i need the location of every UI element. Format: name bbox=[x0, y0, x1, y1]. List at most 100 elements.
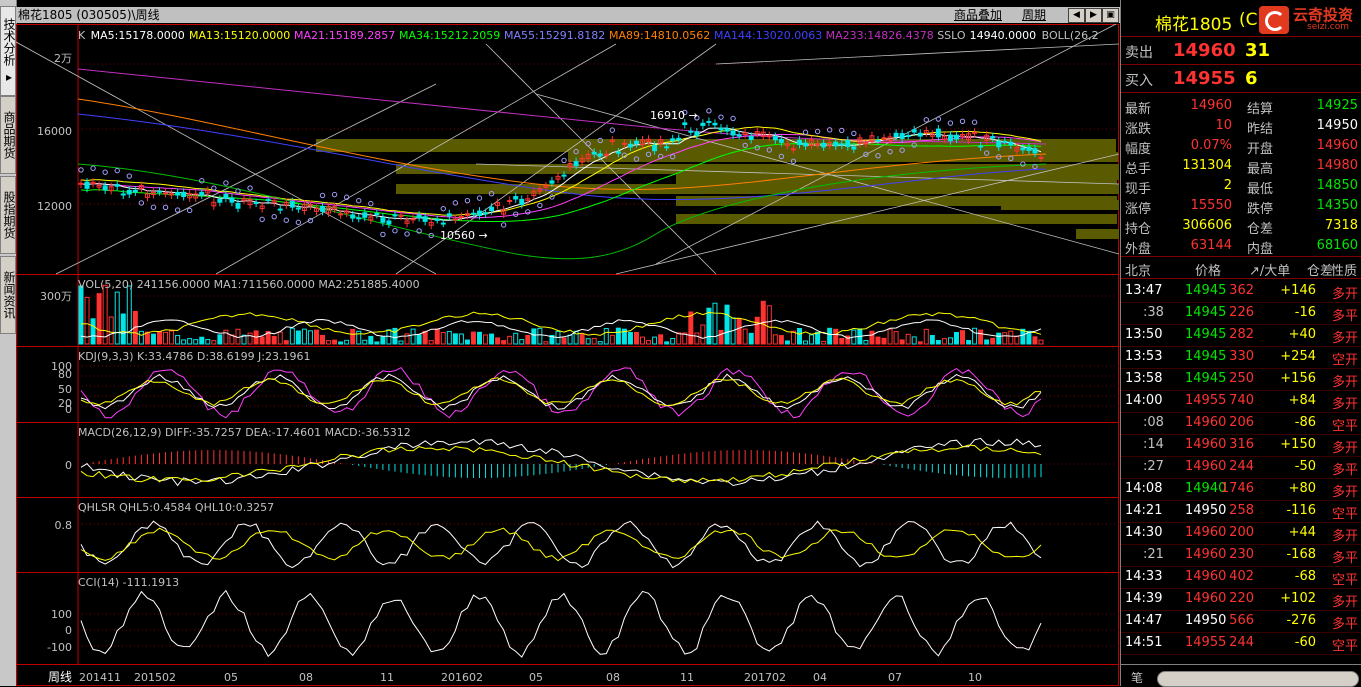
volume-bar bbox=[507, 335, 513, 345]
stat-row: 现手 2 最低 14850 bbox=[1121, 176, 1361, 197]
candle-body bbox=[821, 142, 827, 148]
x-tick-label: 201702 bbox=[744, 671, 786, 684]
volume-bar bbox=[706, 307, 712, 345]
sar-dot bbox=[259, 216, 265, 223]
nav-left-icon[interactable]: ◀ bbox=[1068, 8, 1085, 23]
stat-label: 仓差 bbox=[1247, 222, 1274, 237]
candle-body bbox=[356, 217, 362, 220]
tick-row[interactable]: :21 14960 230 -168 多平 bbox=[1121, 544, 1361, 567]
tick-time: 14:47 bbox=[1125, 613, 1163, 628]
overlay-commodity-link[interactable]: 商品叠加 bbox=[954, 7, 1002, 23]
tick-volume: 740 bbox=[1229, 393, 1254, 408]
tick-price: 14960 bbox=[1185, 547, 1227, 562]
volume-bar bbox=[476, 331, 482, 345]
tick-row[interactable]: 14:33 14960 402 -68 空平 bbox=[1121, 566, 1361, 589]
candle-body bbox=[947, 134, 953, 142]
tick-time: 13:53 bbox=[1125, 349, 1163, 364]
tick-nature: 空平 bbox=[1331, 573, 1358, 588]
sar-dot bbox=[150, 204, 157, 210]
tick-row[interactable]: :14 14960 316 +150 多开 bbox=[1121, 434, 1361, 457]
tick-row[interactable]: 14:47 14950 566 -276 多平 bbox=[1121, 610, 1361, 633]
volume-band bbox=[1001, 200, 1119, 210]
tick-oi-change: +146 bbox=[1280, 283, 1316, 298]
volume-bar bbox=[833, 328, 839, 345]
vol-ma1-line bbox=[80, 318, 1042, 339]
tab-index-futures[interactable]: 股指期货 bbox=[0, 176, 16, 254]
sar-dot bbox=[271, 213, 277, 220]
tick-oi-change: +254 bbox=[1280, 349, 1316, 364]
tick-time: 13:47 bbox=[1125, 283, 1163, 298]
tick-time: 14:30 bbox=[1125, 525, 1163, 540]
tab-news[interactable]: 新闻资讯 bbox=[0, 256, 16, 334]
stat-label: 涨停 bbox=[1125, 202, 1152, 217]
tick-oi-change: +80 bbox=[1288, 481, 1316, 496]
candle-body bbox=[573, 161, 579, 166]
volume-bar bbox=[911, 336, 917, 345]
stat-label: 开盘 bbox=[1247, 142, 1274, 157]
volume-bar bbox=[972, 327, 978, 345]
candle-body bbox=[561, 174, 567, 177]
tick-price: 14960 bbox=[1185, 525, 1227, 540]
footer-scrollbar[interactable] bbox=[1157, 671, 1359, 687]
volume-bar bbox=[338, 341, 344, 345]
tick-row[interactable]: 14:51 14955 244 -60 空平 bbox=[1121, 632, 1361, 655]
tick-price: 14950 bbox=[1185, 503, 1227, 518]
kdj-indicator-header: KDJ(9,3,3) K:33.4786 D:38.6199 J:23.1961 bbox=[78, 350, 311, 363]
tick-nature: 多开 bbox=[1331, 375, 1358, 390]
stat-label: 外盘 bbox=[1125, 242, 1152, 257]
volume-bar bbox=[271, 335, 277, 345]
volume-bar bbox=[815, 331, 821, 345]
tick-row[interactable]: :38 14945 226 -16 多平 bbox=[1121, 302, 1361, 325]
candle-body bbox=[652, 145, 658, 152]
tick-row[interactable]: 14:00 14955 740 +84 多开 bbox=[1121, 390, 1361, 413]
tick-oi-change: +102 bbox=[1280, 591, 1316, 606]
candle-body bbox=[114, 184, 120, 187]
stat-label: 现手 bbox=[1125, 182, 1152, 197]
volume-bar bbox=[205, 339, 211, 345]
candle-body bbox=[603, 153, 609, 156]
volume-bar bbox=[996, 332, 1002, 345]
tick-row[interactable]: 13:50 14945 282 +40 多开 bbox=[1121, 324, 1361, 347]
tick-row[interactable]: 13:53 14945 330 +254 空开 bbox=[1121, 346, 1361, 369]
candle-body bbox=[470, 212, 476, 215]
zoom-icon[interactable]: ▣ bbox=[1102, 8, 1119, 23]
candle-body bbox=[338, 213, 344, 216]
stat-row: 最新 14960 结算 14925 bbox=[1121, 96, 1361, 117]
volume-bar bbox=[217, 334, 223, 345]
tick-row[interactable]: 14:30 14960 200 +44 多开 bbox=[1121, 522, 1361, 545]
volume-bar bbox=[809, 334, 815, 345]
candle-body bbox=[736, 134, 742, 137]
tick-price: 14960 bbox=[1185, 569, 1227, 584]
tick-oi-change: -16 bbox=[1294, 305, 1316, 320]
stat-label: 最低 bbox=[1247, 182, 1274, 197]
tab-commodity-futures[interactable]: 商品期货 bbox=[0, 96, 16, 174]
volume-bar bbox=[525, 334, 531, 345]
tick-row[interactable]: 14:08 14940 1746 +80 多开 bbox=[1121, 478, 1361, 501]
sar-dot bbox=[223, 180, 229, 186]
tick-nature: 多开 bbox=[1331, 529, 1358, 544]
candle-body bbox=[1032, 148, 1038, 154]
candle-body bbox=[223, 193, 229, 199]
candle-body bbox=[163, 192, 169, 195]
tick-oi-change: -168 bbox=[1286, 547, 1316, 562]
volume-bar bbox=[1008, 330, 1014, 345]
candle-body bbox=[845, 139, 851, 148]
x-axis-frame bbox=[16, 664, 1119, 686]
tick-nature: 空平 bbox=[1331, 419, 1358, 434]
kline-chart[interactable]: 2万1600012000300万100805020000.81000-100周线… bbox=[16, 24, 1119, 686]
tick-row[interactable]: :27 14960 244 -50 多平 bbox=[1121, 456, 1361, 479]
tick-row[interactable]: 14:21 14950 258 -116 空平 bbox=[1121, 500, 1361, 523]
tick-row[interactable]: :08 14960 206 -86 空平 bbox=[1121, 412, 1361, 435]
volume-bar bbox=[519, 339, 525, 345]
volume-bar bbox=[567, 334, 573, 345]
candle-body bbox=[217, 198, 223, 203]
tick-row[interactable]: 13:58 14945 250 +156 多开 bbox=[1121, 368, 1361, 391]
tick-row[interactable]: 14:39 14960 220 +102 多开 bbox=[1121, 588, 1361, 611]
nav-right-icon[interactable]: ▶ bbox=[1085, 8, 1102, 23]
y-tick-label: 0 bbox=[65, 624, 72, 637]
period-link[interactable]: 周期 bbox=[1022, 7, 1046, 23]
tab-technical-analysis[interactable]: 技术分析 ▸ bbox=[0, 6, 16, 96]
volume-bar bbox=[470, 331, 476, 345]
volume-bar bbox=[990, 337, 996, 345]
tick-row[interactable]: 13:47 14945 362 +146 多开 bbox=[1121, 280, 1361, 303]
